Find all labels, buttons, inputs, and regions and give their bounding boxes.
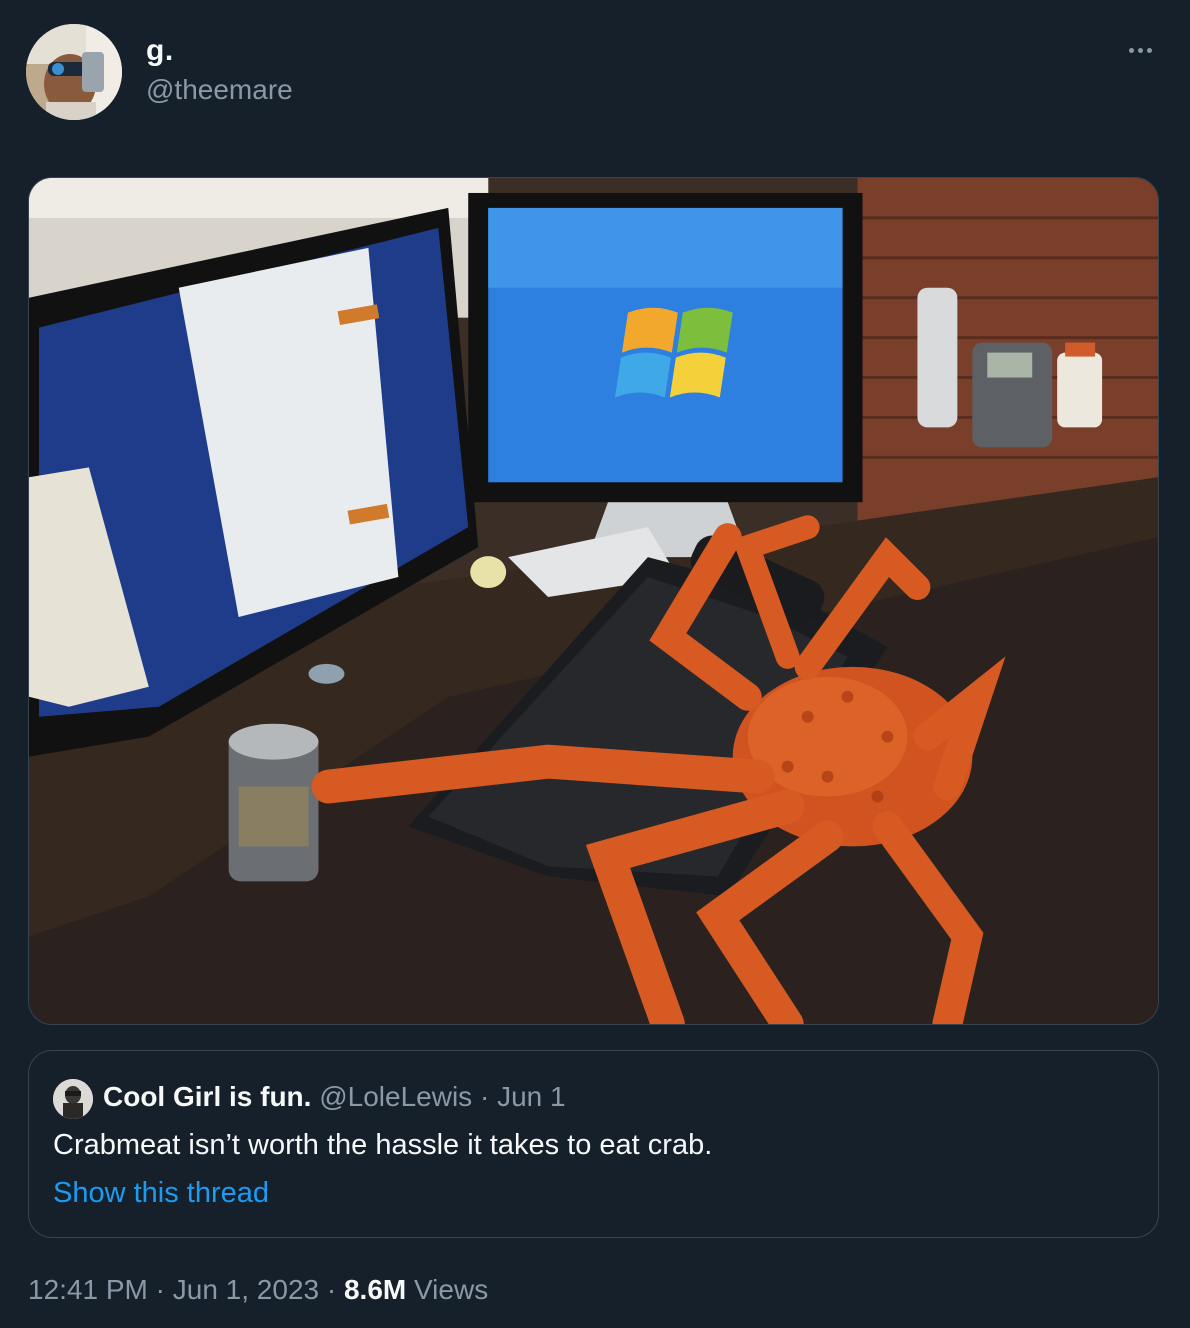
quoted-author-avatar[interactable] <box>53 1079 93 1119</box>
views-label: Views <box>414 1274 489 1305</box>
show-thread-link[interactable]: Show this thread <box>53 1177 269 1210</box>
more-horizontal-icon <box>1128 47 1134 53</box>
tweet: g. @theemare Cool Girl is fun. @LoleLewi… <box>0 0 1190 1328</box>
tweet-metadata: 12:41 PM · Jun 1, 2023 · 8.6M Views <box>28 1274 488 1306</box>
tweet-date[interactable]: Jun 1, 2023 <box>173 1274 319 1305</box>
tweet-photo[interactable] <box>28 177 1159 1025</box>
views-count: 8.6M <box>343 1274 407 1305</box>
crab-at-desk-photo <box>29 178 1158 1024</box>
metadata-separator: · <box>155 1274 165 1305</box>
author-avatar[interactable] <box>26 24 122 120</box>
quoted-date[interactable]: Jun 1 <box>497 1081 566 1112</box>
quoted-tweet-text: Crabmeat isn’t worth the hassle it takes… <box>53 1129 713 1161</box>
quoted-separator: · <box>479 1081 490 1112</box>
quoted-tweet[interactable]: Cool Girl is fun. @LoleLewis · Jun 1 Cra… <box>28 1050 1159 1238</box>
tweet-time[interactable]: 12:41 PM <box>28 1274 148 1305</box>
author-handle[interactable]: @theemare <box>146 74 293 106</box>
quoted-author-name[interactable]: Cool Girl is fun. <box>103 1081 311 1112</box>
quoted-author-handle[interactable]: @LoleLewis <box>319 1081 472 1112</box>
quoted-tweet-header: Cool Girl is fun. @LoleLewis · Jun 1 <box>103 1081 566 1113</box>
more-options-button[interactable] <box>1118 36 1162 64</box>
author-display-name[interactable]: g. <box>146 34 174 68</box>
metadata-separator: · <box>326 1274 337 1305</box>
